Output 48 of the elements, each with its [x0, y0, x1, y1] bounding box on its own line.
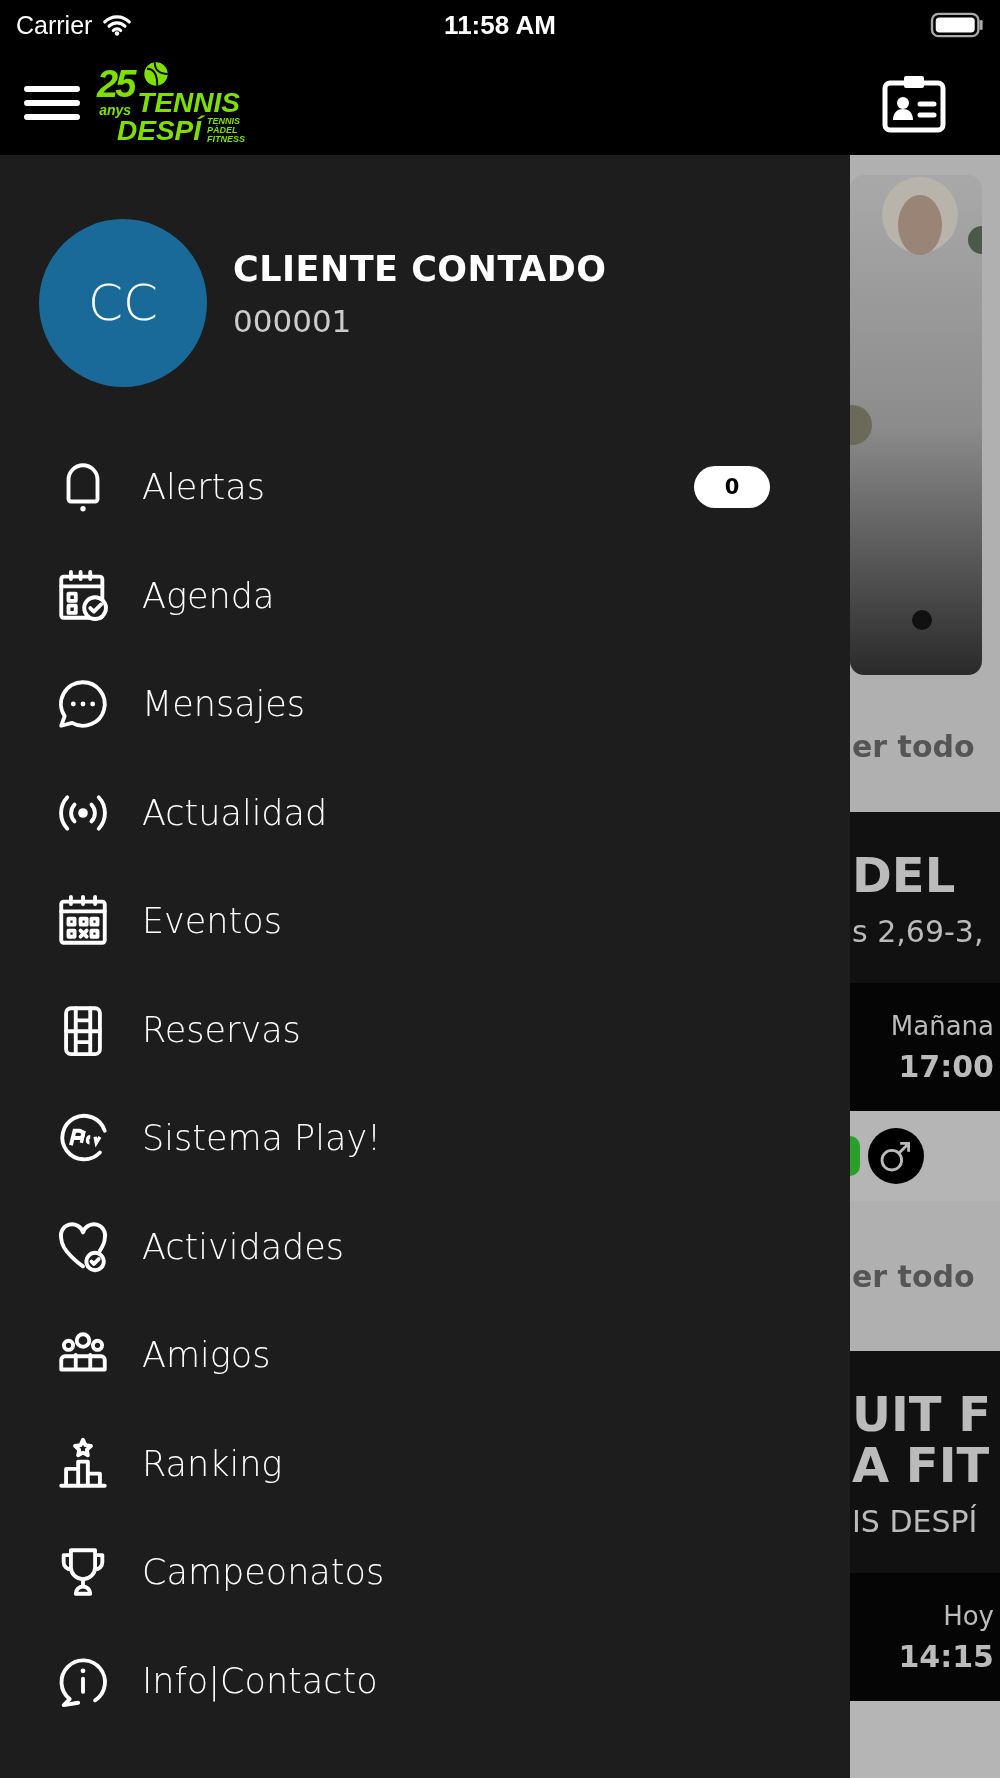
- menu-item[interactable]: Amigos: [0, 1301, 850, 1410]
- menu-label: Sistema Play!: [142, 1118, 383, 1159]
- event-day: Mañana: [890, 1010, 994, 1041]
- menu-item[interactable]: Ranking: [0, 1409, 850, 1518]
- ball-icon: [143, 60, 170, 87]
- menu-item[interactable]: Sistema Play!: [0, 1084, 850, 1193]
- card-title: UIT F: [852, 1389, 993, 1440]
- avatar: CC: [39, 219, 207, 387]
- menu-label: Eventos: [142, 901, 283, 942]
- card-title: A FIT: [852, 1439, 991, 1491]
- card-subtitle: s 2,69-3,: [852, 914, 985, 950]
- event-time: 17:00: [898, 1048, 994, 1084]
- menu-label: Campeonatos: [142, 1552, 386, 1593]
- logo-sub: anys: [99, 102, 132, 117]
- wifi-icon: [102, 14, 133, 36]
- event-time: 14:15: [898, 1638, 994, 1674]
- menu-item[interactable]: Campeonatos: [0, 1518, 850, 1627]
- logo-tagline: FITNESS: [207, 135, 246, 144]
- menu-item[interactable]: Alertas 0: [0, 433, 850, 542]
- event-day: Hoy: [943, 1600, 994, 1631]
- card-title: DEL: [852, 850, 957, 901]
- menu-item[interactable]: Info|Contacto: [0, 1626, 850, 1735]
- menu-item[interactable]: Agenda: [0, 541, 850, 650]
- menu-label: Mensajes: [142, 684, 307, 725]
- count-badge: 0: [694, 466, 770, 509]
- menu-label: Agenda: [142, 575, 276, 616]
- menu-item[interactable]: Actualidad: [0, 758, 850, 867]
- menu-label: Amigos: [142, 1335, 272, 1376]
- male-symbol-icon: [868, 1128, 924, 1185]
- carrier-label: Carrier: [16, 10, 93, 40]
- logo-number: 25: [97, 64, 134, 103]
- logo-tagline: TENNIS: [207, 117, 242, 126]
- menu-item[interactable]: Reservas: [0, 975, 850, 1084]
- user-name: CLIENTE CONTADO: [233, 249, 607, 289]
- menu-label: Alertas: [142, 467, 266, 508]
- menu-label: Actualidad: [142, 792, 329, 833]
- menu-item[interactable]: Mensajes: [0, 650, 850, 759]
- menu-label: Reservas: [142, 1009, 302, 1050]
- user-number: 000001: [233, 303, 353, 339]
- status-time: 11:58 AM: [443, 9, 557, 41]
- menu-label: Ranking: [142, 1443, 284, 1484]
- logo-tagline: PÀDEL: [207, 126, 238, 135]
- menu-label: Info|Contacto: [142, 1660, 379, 1701]
- menu-label: Actividades: [142, 1226, 346, 1267]
- menu-item[interactable]: Actividades: [0, 1192, 850, 1301]
- battery-icon: [930, 12, 986, 38]
- card-subtitle: IS DESPÍ: [852, 1504, 979, 1540]
- menu-item[interactable]: Eventos: [0, 867, 850, 976]
